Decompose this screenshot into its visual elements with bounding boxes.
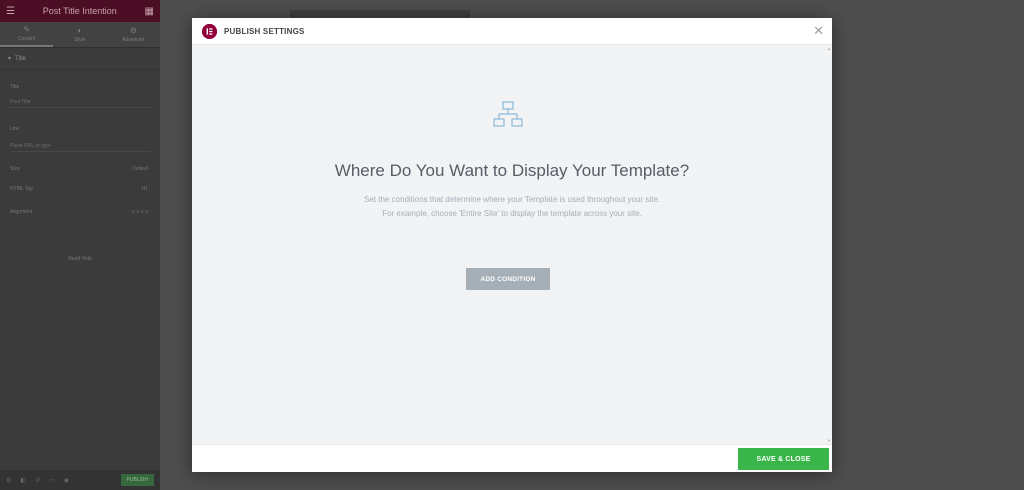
html-tag-label: HTML Tag	[10, 186, 33, 192]
elementor-logo-icon	[202, 23, 217, 39]
pencil-icon: ✎	[23, 25, 31, 34]
modal-header: PUBLISH SETTINGS ✕	[192, 18, 832, 45]
modal-description: Set the conditions that determine where …	[192, 193, 832, 221]
preview-icon[interactable]: ◉	[64, 477, 69, 484]
tab-advanced-label: Advanced	[122, 37, 145, 43]
size-value: Default	[132, 166, 148, 172]
section-title-label: Title	[15, 55, 27, 62]
tab-advanced[interactable]: ⚙ Advanced	[107, 22, 160, 47]
panel-tabs: ✎ Content ◐ Style ⚙ Advanced	[0, 22, 160, 48]
panel-header: ☰ Post Title Intention ▦	[0, 0, 160, 22]
publish-button[interactable]: PUBLISH	[120, 474, 154, 486]
tab-style-label: Style	[74, 37, 86, 43]
link-label: Link	[10, 126, 20, 132]
description-line-2: For example, choose 'Entire Site' to dis…	[382, 209, 642, 218]
modal-footer: SAVE & CLOSE	[192, 444, 832, 472]
html-tag-value: H1	[141, 186, 148, 192]
history-icon[interactable]: ↺	[35, 477, 40, 484]
link-input[interactable]: Paste URL or type	[10, 140, 150, 152]
settings-icon[interactable]: ⚙	[6, 477, 11, 484]
title-label: Title	[10, 84, 20, 90]
add-condition-button[interactable]: ADD CONDITION	[466, 268, 550, 290]
scroll-down-icon[interactable]: ▼	[827, 438, 831, 443]
editor-panel: ☰ Post Title Intention ▦ ✎ Content ◐ Sty…	[0, 0, 160, 490]
panel-footer: ⚙ ◧ ↺ ▭ ◉ PUBLISH	[0, 470, 160, 490]
need-help-link[interactable]: Need Help	[0, 256, 160, 262]
panel-title: Post Title Intention	[42, 6, 117, 16]
description-line-1: Set the conditions that determine where …	[363, 195, 661, 204]
responsive-icon[interactable]: ▭	[49, 477, 55, 484]
save-and-close-button[interactable]: SAVE & CLOSE	[738, 448, 829, 470]
close-icon[interactable]: ✕	[813, 24, 824, 38]
tab-content[interactable]: ✎ Content	[0, 22, 54, 47]
tab-style[interactable]: ◐ Style	[53, 22, 106, 47]
layers-icon[interactable]: ◧	[20, 477, 26, 484]
modal-headline: Where Do You Want to Display Your Templa…	[334, 161, 690, 180]
alignment-icons: ≡ ≡ ≡ ≡	[132, 209, 148, 215]
caret-icon: ▾	[8, 56, 12, 62]
html-tag-control[interactable]: HTML Tag H1	[10, 186, 148, 192]
gear-icon: ⚙	[129, 26, 137, 35]
sitemap-icon	[493, 101, 523, 127]
tab-content-label: Content	[17, 36, 36, 42]
alignment-control[interactable]: Alignment ≡ ≡ ≡ ≡	[10, 209, 148, 215]
modal-body: ▲ ▼ Where Do You Want to Display Your Te…	[192, 45, 832, 444]
elementor-logo-mark	[202, 23, 217, 39]
link-input-placeholder: Paste URL or type	[10, 142, 51, 149]
title-input[interactable]: Post Title	[10, 96, 150, 108]
hamburger-icon[interactable]: ☰	[6, 6, 15, 17]
modal-title: PUBLISH SETTINGS	[224, 26, 305, 36]
alignment-label: Alignment	[10, 209, 33, 215]
size-label: Size	[10, 166, 20, 172]
publish-settings-modal: PUBLISH SETTINGS ✕ ▲ ▼ Where Do You Want…	[192, 18, 832, 472]
title-input-value: Post Title	[10, 98, 31, 105]
contrast-icon: ◐	[77, 26, 83, 35]
scroll-up-icon[interactable]: ▲	[827, 46, 831, 51]
grid-icon[interactable]: ▦	[145, 6, 154, 17]
section-title[interactable]: ▾ Title	[0, 48, 160, 70]
size-control[interactable]: Size Default	[10, 166, 148, 172]
